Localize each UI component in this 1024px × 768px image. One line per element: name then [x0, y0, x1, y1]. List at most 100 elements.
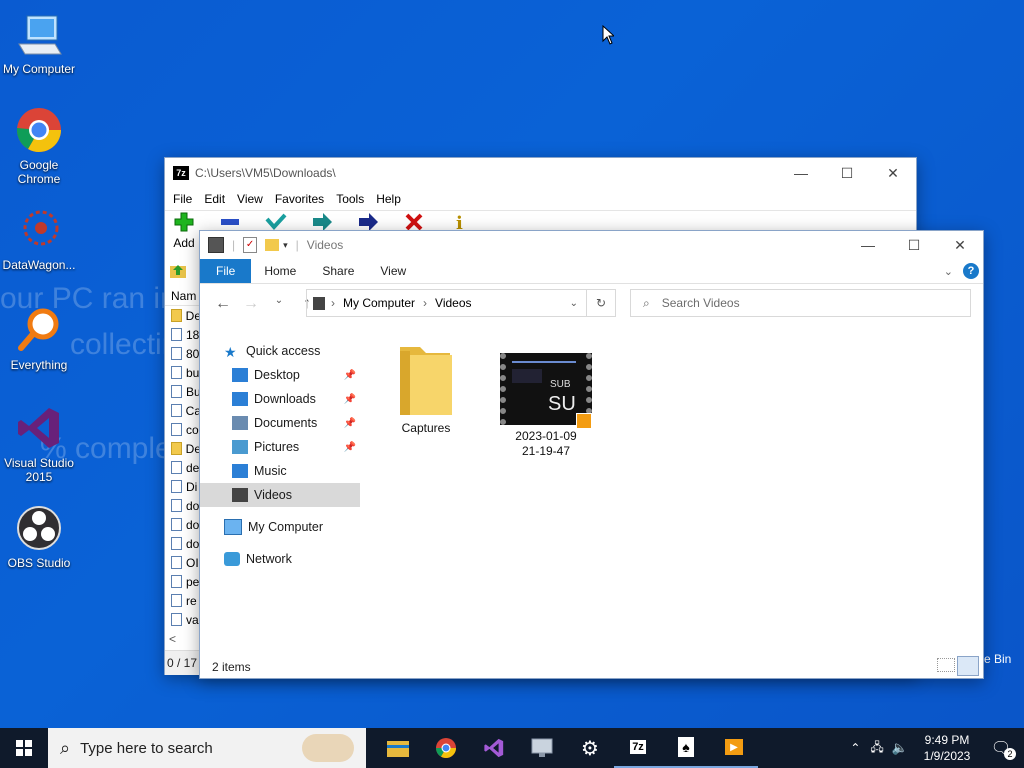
file-list-row[interactable]: Bu	[165, 382, 201, 401]
nav-my-computer[interactable]: My Computer	[200, 515, 360, 539]
file-list-row[interactable]: va	[165, 610, 201, 629]
desktop-icon-everything[interactable]: Everything	[0, 306, 78, 372]
documents-icon	[232, 416, 248, 430]
desktop-icon-obs[interactable]: OBS Studio	[0, 504, 78, 570]
recycle-bin-label[interactable]: e Bin	[984, 652, 1011, 666]
file-list-row[interactable]: 80	[165, 344, 201, 363]
sevenzip-titlebar[interactable]: 7z C:\Users\VM5\Downloads\ — ☐ ✕	[165, 158, 916, 188]
recent-locations-icon[interactable]: ⌄	[266, 295, 292, 313]
nav-quick-access[interactable]: ★ Quick access	[200, 339, 360, 363]
desktop-icon-chrome[interactable]: Google Chrome	[0, 106, 78, 186]
maximize-button[interactable]: ☐	[891, 230, 937, 260]
folder-item-captures[interactable]: Captures	[378, 341, 474, 436]
taskbar-clock[interactable]: 9:49 PM 1/9/2023	[916, 732, 978, 764]
file-list-row[interactable]: Di	[165, 477, 201, 496]
up-folder-icon[interactable]	[169, 262, 191, 282]
add-button[interactable]: Add	[171, 211, 197, 250]
taskbar-solitaire[interactable]: ♠	[662, 728, 710, 768]
help-icon[interactable]: ?	[963, 263, 979, 279]
minimize-button[interactable]: —	[778, 158, 824, 188]
start-button[interactable]	[0, 728, 48, 768]
taskbar-visual-studio[interactable]	[470, 728, 518, 768]
tab-home[interactable]: Home	[251, 259, 309, 283]
menu-help[interactable]: Help	[372, 192, 409, 206]
desktop-icon-my-computer[interactable]: My Computer	[0, 10, 78, 76]
action-center-button[interactable]: 🗨 2	[978, 728, 1024, 768]
file-list-row[interactable]: do	[165, 496, 201, 515]
search-input[interactable]: ⌕ Search Videos	[630, 289, 971, 317]
desktop-icon-label: My Computer	[2, 62, 76, 76]
nav-network[interactable]: Network	[200, 547, 360, 571]
file-list-row[interactable]: pe	[165, 572, 201, 591]
taskbar-settings[interactable]: ⚙	[566, 728, 614, 768]
file-list-row[interactable]: OI	[165, 553, 201, 572]
taskbar-file-explorer[interactable]	[374, 728, 422, 768]
new-folder-icon[interactable]	[265, 239, 280, 251]
sevenzip-title: C:\Users\VM5\Downloads\	[195, 166, 336, 180]
address-dropdown-icon[interactable]: ⌄	[570, 298, 578, 309]
star-icon: ★	[224, 344, 237, 360]
show-hidden-icons-icon[interactable]: ⌃	[850, 741, 860, 755]
taskbar-monitor-app[interactable]	[518, 728, 566, 768]
file-list-row[interactable]: Ca	[165, 401, 201, 420]
file-list-row[interactable]: De	[165, 439, 201, 458]
taskbar-search-box[interactable]: ⌕ Type here to search	[48, 728, 366, 768]
sevenzip-file-list[interactable]: Nam De 18 80 bu Bu Ca co De de Di do do do OI pe re va	[165, 286, 201, 629]
taskbar-video-player[interactable]: ▶	[710, 728, 758, 768]
nav-item-documents[interactable]: Documents 📌	[200, 411, 360, 435]
taskbar-chrome[interactable]	[422, 728, 470, 768]
file-list-row[interactable]: co	[165, 420, 201, 439]
computer-icon	[224, 519, 242, 535]
menu-edit[interactable]: Edit	[200, 192, 233, 206]
breadcrumb-videos[interactable]: Videos	[435, 296, 471, 310]
close-button[interactable]: ✕	[870, 158, 916, 188]
ribbon-tabs: File Home Share View ⌄ ?	[200, 259, 983, 284]
file-list-row[interactable]: de	[165, 458, 201, 477]
qat-dropdown-icon[interactable]: ▾	[283, 240, 288, 251]
volume-icon[interactable]: 🔈	[892, 740, 908, 756]
nav-item-desktop[interactable]: Desktop 📌	[200, 363, 360, 387]
file-list-row[interactable]: De	[165, 306, 201, 325]
menu-favorites[interactable]: Favorites	[271, 192, 332, 206]
file-list-row[interactable]: do	[165, 534, 201, 553]
large-icons-view-icon[interactable]	[957, 656, 979, 676]
tab-view[interactable]: View	[367, 259, 419, 283]
nav-item-music[interactable]: Music	[200, 459, 360, 483]
details-view-icon[interactable]	[937, 658, 955, 672]
explorer-window[interactable]: | ✓ ▾ | Videos — ☐ ✕ File Home Share Vie…	[199, 230, 984, 679]
nav-item-pictures[interactable]: Pictures 📌	[200, 435, 360, 459]
tab-share[interactable]: Share	[309, 259, 367, 283]
explorer-titlebar[interactable]: | ✓ ▾ | Videos — ☐ ✕	[200, 231, 983, 259]
back-arrow-icon[interactable]: ←	[210, 295, 236, 313]
file-list-row[interactable]: 18	[165, 325, 201, 344]
nav-item-downloads[interactable]: Downloads 📌	[200, 387, 360, 411]
minimize-button[interactable]: —	[845, 230, 891, 260]
file-list-row[interactable]: re	[165, 591, 201, 610]
refresh-icon[interactable]: ↻	[586, 290, 615, 316]
file-icon	[171, 328, 182, 341]
network-status-icon[interactable]: 🖧	[870, 738, 883, 759]
nav-item-videos[interactable]: Videos	[200, 483, 360, 507]
scroll-left-arrow[interactable]: <	[169, 632, 176, 646]
datawagon-icon	[15, 206, 63, 254]
video-item[interactable]: SUB SU 2023-01-09 21-19-47	[498, 353, 594, 459]
close-button[interactable]: ✕	[937, 230, 983, 260]
forward-arrow-icon[interactable]: →	[238, 295, 264, 313]
menu-tools[interactable]: Tools	[332, 192, 372, 206]
tab-file[interactable]: File	[200, 259, 252, 283]
desktop-icon-visual-studio[interactable]: Visual Studio 2015	[0, 404, 78, 484]
desktop-icon-datawagon[interactable]: DataWagon...	[0, 206, 78, 272]
breadcrumb-my-computer[interactable]: My Computer	[343, 296, 415, 310]
address-bar[interactable]: › My Computer › Videos ⌄ ↻	[306, 289, 616, 317]
menu-view[interactable]: View	[233, 192, 271, 206]
column-header-name[interactable]: Nam	[165, 286, 201, 306]
file-list-row[interactable]: do	[165, 515, 201, 534]
maximize-button[interactable]: ☐	[824, 158, 870, 188]
taskbar-7zip[interactable]: 7z	[614, 728, 662, 768]
file-icon	[171, 309, 182, 322]
menu-file[interactable]: File	[169, 192, 200, 206]
file-list-row[interactable]: bu	[165, 363, 201, 382]
explorer-status: 2 items	[212, 660, 251, 674]
expand-ribbon-icon[interactable]: ⌄	[944, 265, 953, 278]
properties-icon[interactable]: ✓	[243, 237, 258, 253]
